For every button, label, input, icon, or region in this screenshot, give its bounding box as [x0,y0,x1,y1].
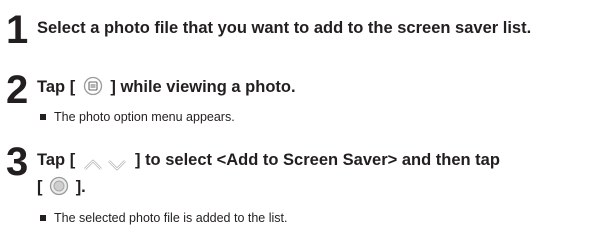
instruction-text: Tap [ [37,78,76,96]
step-number: 1 [6,8,29,52]
note-text: The photo option menu appears. [54,110,235,124]
bullet-icon [40,214,46,221]
step-instruction: Select a photo file that you want to add… [37,19,532,37]
up-arrow-icon [83,154,103,170]
down-arrow-icon [107,154,127,170]
instruction-text: ] while viewing a photo. [110,78,296,96]
step-number: 3 [6,140,29,184]
step-note: The photo option menu appears. [40,110,235,124]
step-number: 2 [6,68,29,112]
instruction-text: Tap [ [37,151,76,169]
step-instruction: Tap [ ] while viewing a photo. [37,74,296,101]
select-button-icon [49,176,69,196]
instruction-text: ]. [75,178,86,196]
menu-icon [83,76,103,96]
step-note: The selected photo file is added to the … [40,211,287,225]
step-instruction-continued: [ ]. [37,174,86,201]
bullet-icon [40,113,46,120]
note-text: The selected photo file is added to the … [54,211,288,225]
step-instruction: Tap [ ] to select <Add to Screen Saver> … [37,147,500,174]
instruction-text: [ [37,178,43,196]
instruction-text: ] to select <Add to Screen Saver> and th… [134,151,500,169]
